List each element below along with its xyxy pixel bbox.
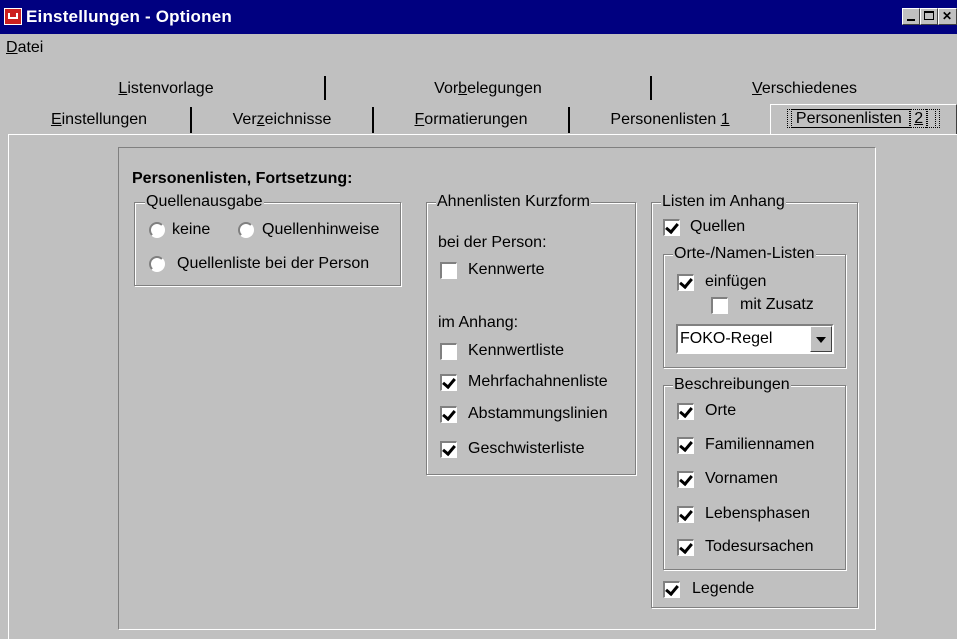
familiennamen-checkbox[interactable]	[677, 437, 694, 454]
mehrfachahnenliste-label[interactable]: Mehrfachahnenliste	[468, 372, 608, 392]
lebensphasen-checkbox[interactable]	[677, 506, 694, 523]
todesursachen-checkbox[interactable]	[677, 539, 694, 556]
section-heading: Personenlisten, Fortsetzung:	[132, 170, 353, 187]
vornamen-checkbox[interactable]	[677, 471, 694, 488]
quellen-checkbox[interactable]	[663, 219, 680, 236]
tab-verschiedenes[interactable]: Verschiedenes	[652, 75, 957, 102]
ahnenlisten-legend: Ahnenlisten Kurzform	[436, 193, 591, 211]
radio-keine-label[interactable]: keine	[172, 220, 210, 240]
orte-namen-legend: Orte-/Namen-Listen	[673, 245, 816, 263]
bei-person-label: bei der Person:	[438, 234, 547, 251]
kennwerte-checkbox[interactable]	[440, 262, 457, 279]
chevron-down-icon[interactable]	[810, 326, 832, 352]
orte-checkbox[interactable]	[677, 403, 694, 420]
orte-label[interactable]: Orte	[705, 401, 736, 421]
tab-personenlisten-1[interactable]: Personenlisten 1	[570, 106, 770, 133]
tab-focus-label: Personenlisten 2	[786, 109, 941, 128]
radio-quellenliste[interactable]	[149, 256, 165, 272]
beschreibungen-legend: Beschreibungen	[673, 376, 791, 394]
menu-datei[interactable]: Datei	[6, 39, 43, 57]
legende-label[interactable]: Legende	[692, 579, 754, 599]
mehrfachahnenliste-checkbox[interactable]	[440, 374, 457, 391]
options-window: Einstellungen - Optionen Datei Listenvor…	[0, 0, 957, 639]
radio-quellenhinweise-label[interactable]: Quellenhinweise	[262, 220, 379, 240]
title-bar[interactable]: Einstellungen - Optionen	[0, 0, 957, 34]
vornamen-label[interactable]: Vornamen	[705, 469, 778, 489]
menu-bar: Datei	[0, 34, 957, 64]
im-anhang-label: im Anhang:	[438, 314, 519, 331]
kennwertliste-label[interactable]: Kennwertliste	[468, 341, 564, 361]
listen-anhang-legend: Listen im Anhang	[661, 193, 786, 211]
maximize-button[interactable]	[920, 8, 938, 25]
familiennamen-label[interactable]: Familiennamen	[705, 435, 814, 455]
radio-quellenhinweise[interactable]	[238, 222, 254, 238]
einfuegen-label[interactable]: einfügen	[705, 272, 766, 292]
tab-formatierungen[interactable]: Formatierungen	[374, 106, 568, 133]
geschwisterliste-label[interactable]: Geschwisterliste	[468, 439, 584, 459]
todesursachen-label[interactable]: Todesursachen	[705, 537, 814, 557]
app-icon[interactable]	[4, 8, 22, 25]
mit-zusatz-checkbox[interactable]	[711, 297, 728, 314]
tab-listenvorlage[interactable]: Listenvorlage	[8, 75, 324, 102]
quellen-label[interactable]: Quellen	[690, 217, 745, 237]
regel-dropdown[interactable]: FOKO-Regel	[676, 324, 834, 354]
tab-verzeichnisse[interactable]: Verzeichnisse	[192, 106, 372, 133]
kennwertliste-checkbox[interactable]	[440, 343, 457, 360]
abstammungslinien-checkbox[interactable]	[440, 406, 457, 423]
tab-einstellungen[interactable]: Einstellungen	[8, 106, 190, 133]
minimize-button[interactable]	[902, 8, 920, 25]
close-button[interactable]	[938, 8, 957, 25]
geschwisterliste-checkbox[interactable]	[440, 441, 457, 458]
lebensphasen-label[interactable]: Lebensphasen	[705, 504, 810, 524]
radio-keine[interactable]	[149, 222, 165, 238]
einfuegen-checkbox[interactable]	[677, 274, 694, 291]
kennwerte-label[interactable]: Kennwerte	[468, 260, 545, 280]
abstammungslinien-label[interactable]: Abstammungslinien	[468, 404, 608, 424]
tab-personenlisten-2[interactable]: Personenlisten 2	[770, 104, 957, 135]
radio-quellenliste-label[interactable]: Quellenliste bei der Person	[177, 254, 369, 274]
window-title: Einstellungen - Optionen	[26, 7, 232, 26]
tab-vorbelegungen[interactable]: Vorbelegungen	[326, 75, 650, 102]
quellenausgabe-legend: Quellenausgabe	[145, 193, 264, 211]
mit-zusatz-label[interactable]: mit Zusatz	[740, 295, 814, 315]
regel-dropdown-value: FOKO-Regel	[680, 330, 773, 347]
legende-checkbox[interactable]	[663, 581, 680, 598]
